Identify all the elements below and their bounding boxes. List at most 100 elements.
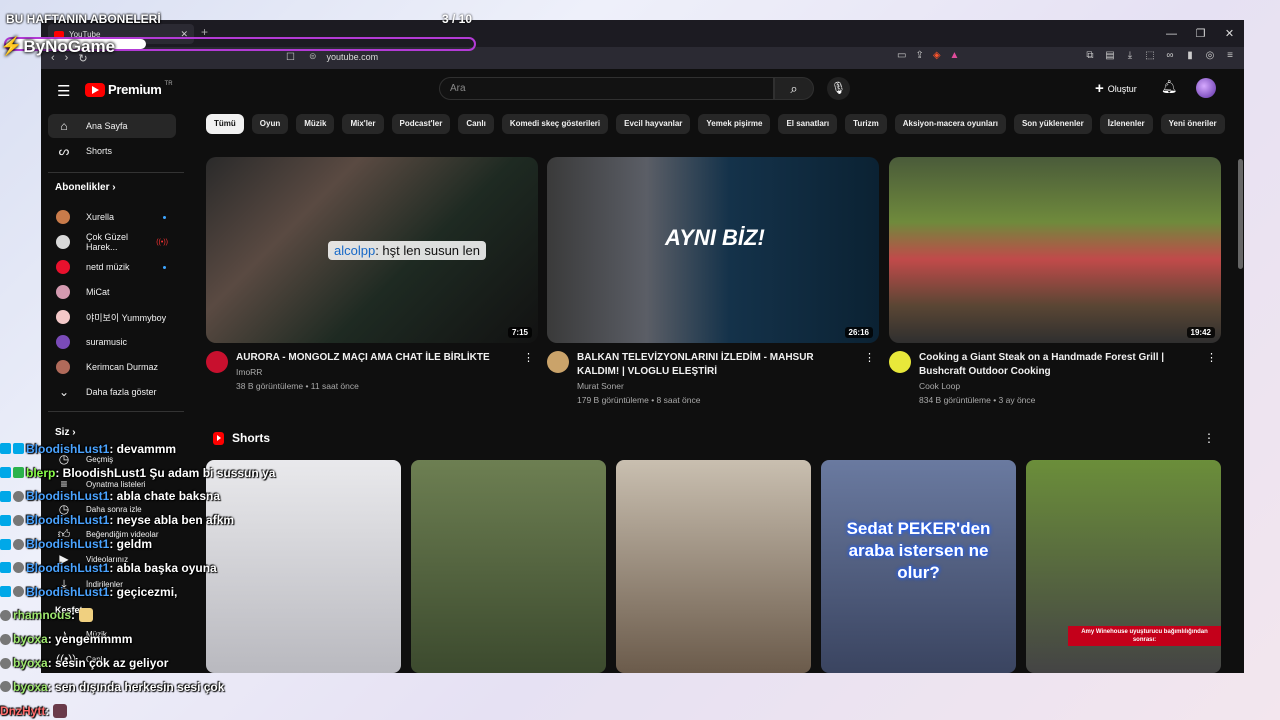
video-card[interactable]: AYNI BİZ! 26:16 BALKAN TELEVİZYONLARINI İZ… xyxy=(547,157,879,405)
chat-username: BloodishLust1 xyxy=(26,584,110,599)
scrollbar-thumb[interactable] xyxy=(1238,159,1243,269)
filter-chip[interactable]: Son yüklenenler xyxy=(1013,114,1092,134)
notifications-bell-icon[interactable]: 🔔︎ xyxy=(1161,79,1178,95)
filter-chip[interactable]: Yeni öneriler xyxy=(1160,114,1225,134)
link-icon[interactable]: ∞ xyxy=(1164,50,1176,61)
chat-message: byoxa: sen dışında herkesin sesi çok xyxy=(0,675,330,699)
sidebar-subscription-item[interactable]: netd müzik xyxy=(48,255,176,279)
sidebar-subscription-item[interactable]: MiCat xyxy=(48,280,176,304)
filter-chip[interactable]: Yemek pişirme xyxy=(698,114,771,134)
search-button[interactable]: ⌕ xyxy=(774,77,814,100)
chat-badge-icon xyxy=(0,681,11,693)
chat-badge-icon xyxy=(13,586,24,598)
bookmark-icon[interactable]: ☐ xyxy=(286,52,295,63)
filter-chip[interactable]: Komedi skeç gösterileri xyxy=(501,114,609,134)
sidebar-subscription-item[interactable]: Çok Güzel Harek... ((•)) xyxy=(48,230,176,254)
sidebar-subscription-item[interactable]: Kerimcan Durmaz xyxy=(48,355,176,379)
close-window-icon[interactable]: ✕ xyxy=(1215,27,1244,40)
filter-chip[interactable]: El sanatları xyxy=(778,114,838,134)
channel-name[interactable]: ImoRR xyxy=(236,367,516,377)
video-card[interactable]: alcolpp: hşt len susun len 7:15 AURORA - M… xyxy=(206,157,538,391)
filter-chip[interactable]: Aksiyon-macera oyunları xyxy=(894,114,1006,134)
chat-badge-icon xyxy=(0,538,11,550)
chat-text: : xyxy=(71,608,76,623)
video-info: BALKAN TELEVİZYONLARINI İZLEDİM - MAHSUR… xyxy=(547,351,879,405)
filter-chip[interactable]: Turizm xyxy=(845,114,887,134)
youtube-logo[interactable]: Premium TR xyxy=(85,81,173,97)
chat-username: byoxa xyxy=(13,632,48,647)
filter-chip[interactable]: Evcil hayvanlar xyxy=(616,114,691,134)
channel-avatar[interactable] xyxy=(889,351,911,373)
video-card[interactable]: 19:42 Cooking a Giant Steak on a Handmade… xyxy=(889,157,1221,405)
shorts-more-icon[interactable]: ⋮ xyxy=(1203,431,1215,445)
sidebar-subscription-item[interactable]: Xurella xyxy=(48,205,176,229)
chat-message: BloodishLust1: devammm xyxy=(0,437,330,461)
video-title[interactable]: BALKAN TELEVİZYONLARINI İZLEDİM - MAHSUR… xyxy=(577,351,857,379)
video-menu-icon[interactable]: ⋮ xyxy=(864,351,875,364)
share-icon[interactable]: ⇪ xyxy=(915,50,923,61)
sidebar-item-home[interactable]: ⌂ Ana Sayfa xyxy=(48,114,176,138)
channel-name[interactable]: Cook Loop xyxy=(919,381,1199,391)
thumbnail-caption-user: alcolpp xyxy=(334,243,376,258)
search-input[interactable]: Ara xyxy=(439,77,774,100)
subscription-label: 야미보이 Yummyboy xyxy=(86,312,167,323)
reader-icon[interactable]: ▤ xyxy=(1104,50,1116,61)
search-icon: ⌕ xyxy=(790,81,798,96)
menu-icon[interactable]: ≡ xyxy=(1224,50,1236,61)
download-icon[interactable]: ⤓ xyxy=(1124,50,1136,61)
short-card[interactable]: Sedat PEKER'den araba istersen ne olur? xyxy=(821,460,1016,673)
live-icon: ((•)) xyxy=(156,238,168,246)
minimize-icon[interactable]: — xyxy=(1157,28,1186,40)
brave-shields-icon[interactable]: ◈ xyxy=(933,50,941,61)
video-menu-icon[interactable]: ⋮ xyxy=(1206,351,1217,364)
create-button[interactable]: + Oluştur xyxy=(1095,80,1137,97)
channel-avatar[interactable] xyxy=(206,351,228,373)
sidebar-subscription-item[interactable]: 야미보이 Yummyboy xyxy=(48,305,176,329)
subscriptions-header[interactable]: Abonelikler › xyxy=(55,182,116,193)
filter-chip[interactable]: İzlenenler xyxy=(1099,114,1153,134)
video-thumbnail[interactable]: 19:42 xyxy=(889,157,1221,343)
short-card[interactable]: Amy Winehouse uyuşturucu bağımlılığından… xyxy=(1026,460,1221,673)
chat-username: byoxa xyxy=(13,679,48,694)
brave-rewards-icon[interactable]: ▲ xyxy=(950,50,960,61)
vpn-icon[interactable]: ◎ xyxy=(1204,50,1216,61)
hamburger-menu-icon[interactable]: ☰ xyxy=(57,82,70,100)
filter-chip[interactable]: Oyun xyxy=(251,114,289,134)
video-thumbnail[interactable]: AYNI BİZ! 26:16 xyxy=(547,157,879,343)
account-avatar[interactable] xyxy=(1196,78,1216,98)
chat-message: byoxa: yengemmmm xyxy=(0,627,330,651)
short-card[interactable] xyxy=(411,460,606,673)
chat-badge-icon xyxy=(0,586,11,598)
filter-chip[interactable]: Müzik xyxy=(296,114,335,134)
filter-chip[interactable]: Canlı xyxy=(458,114,494,134)
sidebar-divider xyxy=(48,411,184,412)
voice-search-button[interactable]: 🎙︎ xyxy=(827,77,850,100)
video-thumbnail[interactable]: alcolpp: hşt len susun len 7:15 xyxy=(206,157,538,343)
thumbnail-caption: alcolpp: hşt len susun len xyxy=(328,241,486,260)
site-info-icon[interactable]: ⊜ xyxy=(309,51,317,62)
video-title[interactable]: Cooking a Giant Steak on a Handmade Fore… xyxy=(919,351,1199,379)
sidebar-icon[interactable]: ▮ xyxy=(1184,50,1196,61)
sidebar-item-label: Ana Sayfa xyxy=(86,121,128,131)
subscription-label: Çok Güzel Harek... xyxy=(86,232,129,252)
video-menu-icon[interactable]: ⋮ xyxy=(523,351,534,364)
show-more-button[interactable]: ⌄ Daha fazla göster xyxy=(48,380,176,404)
maximize-icon[interactable]: ❐ xyxy=(1186,27,1215,40)
filter-chip[interactable]: Mix'ler xyxy=(342,114,384,134)
extensions-icon[interactable]: ⧉ xyxy=(1084,50,1096,61)
chat-message: BloodishLust1: geldm xyxy=(0,532,330,556)
chat-message: rhamnous: xyxy=(0,604,330,628)
channel-avatar[interactable] xyxy=(547,351,569,373)
filter-chip[interactable]: Podcast'ler xyxy=(391,114,451,134)
short-card[interactable] xyxy=(616,460,811,673)
filter-chip[interactable]: Tümü xyxy=(206,114,244,134)
sidebar-item-shorts[interactable]: ᔕ Shorts xyxy=(48,139,176,163)
screenshot-icon[interactable]: ⬚ xyxy=(1144,50,1156,61)
overlay-subscribers-title: BU HAFTANIN ABONELERİ xyxy=(6,12,161,26)
channel-name[interactable]: Murat Soner xyxy=(577,381,857,391)
url-field[interactable]: ⊜ youtube.com xyxy=(309,51,378,62)
cast-icon[interactable]: ▭ xyxy=(897,50,906,61)
video-info: Cooking a Giant Steak on a Handmade Fore… xyxy=(889,351,1221,405)
sidebar-subscription-item[interactable]: suramusic xyxy=(48,330,176,354)
video-title[interactable]: AURORA - MONGOLZ MAÇI AMA CHAT İLE BİRLİ… xyxy=(236,351,516,365)
